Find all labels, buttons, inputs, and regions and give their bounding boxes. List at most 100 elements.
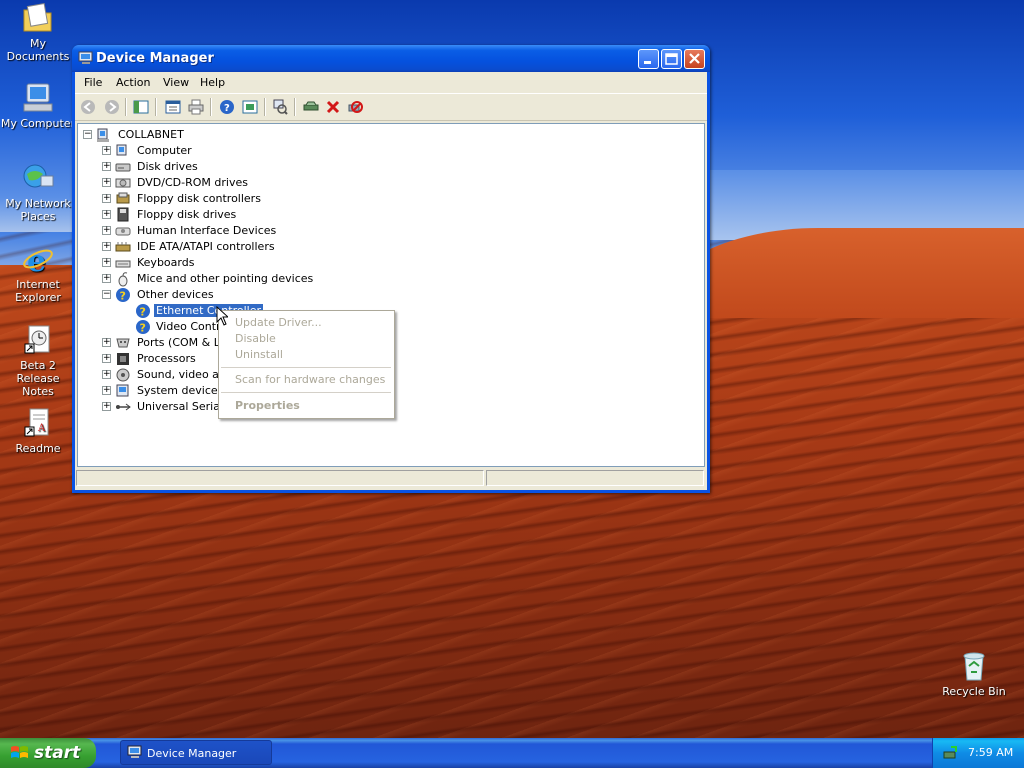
collapse-icon[interactable]: − bbox=[102, 290, 111, 299]
desktop-icon-label: My Computer bbox=[0, 117, 76, 130]
collapse-icon[interactable]: − bbox=[83, 130, 92, 139]
mouse-cursor-icon bbox=[216, 305, 230, 326]
expand-icon[interactable]: + bbox=[102, 338, 111, 347]
expand-icon[interactable]: + bbox=[102, 386, 111, 395]
unknown-device-icon: ? bbox=[135, 319, 151, 335]
menu-view[interactable]: View bbox=[163, 76, 189, 89]
clock[interactable]: 7:59 AM bbox=[968, 746, 1013, 759]
tree-category-label: Floppy disk drives bbox=[137, 208, 237, 221]
desktop-icon-beta-2-release-notes[interactable]: Beta 2 Release Notes bbox=[0, 324, 78, 398]
unknown-device-icon: ? bbox=[115, 287, 131, 303]
desktop-icon-label-line1: My Network bbox=[5, 197, 71, 210]
minimize-button[interactable] bbox=[638, 49, 659, 69]
toolbar-separator bbox=[264, 98, 266, 116]
disable-icon[interactable] bbox=[347, 99, 363, 115]
svg-text:?: ? bbox=[120, 290, 126, 303]
svg-text:?: ? bbox=[140, 306, 146, 319]
back-icon[interactable] bbox=[80, 99, 96, 115]
forward-icon[interactable] bbox=[104, 99, 120, 115]
desktop-icon-recycle-bin[interactable]: Recycle Bin bbox=[934, 650, 1014, 698]
tree-category-label: Processors bbox=[137, 352, 196, 365]
desktop-icon-label-line1: Beta 2 Release bbox=[16, 359, 60, 385]
ports-icon bbox=[115, 335, 131, 351]
tree-category-label: Computer bbox=[137, 144, 192, 157]
usb-icon bbox=[115, 399, 131, 415]
status-bar bbox=[75, 468, 707, 490]
print-icon[interactable] bbox=[188, 99, 204, 115]
system-tray: 7:59 AM bbox=[932, 738, 1024, 768]
close-icon bbox=[689, 53, 700, 64]
desktop-icon-my-network-places[interactable]: My Network Places bbox=[0, 162, 78, 223]
title-bar[interactable]: Device Manager bbox=[72, 45, 710, 72]
svg-text:?: ? bbox=[224, 103, 230, 114]
hid-icon bbox=[115, 223, 131, 239]
menu-action[interactable]: Action bbox=[116, 76, 150, 89]
desktop-icon-my-computer[interactable]: My Computer bbox=[0, 82, 78, 130]
start-label: start bbox=[34, 743, 81, 763]
context-menu: Update Driver... Disable Uninstall Scan … bbox=[218, 310, 395, 419]
scan-hardware-icon[interactable] bbox=[272, 99, 288, 115]
menu-help[interactable]: Help bbox=[200, 76, 225, 89]
recycle-bin-icon bbox=[957, 650, 991, 682]
uninstall-icon[interactable] bbox=[325, 99, 341, 115]
desktop-icon-internet-explorer[interactable]: e Internet Explorer bbox=[0, 243, 78, 304]
properties-icon[interactable] bbox=[165, 99, 181, 115]
show-hide-tree-icon[interactable] bbox=[133, 99, 149, 115]
expand-icon[interactable]: + bbox=[102, 354, 111, 363]
menu-item-disable[interactable]: Disable bbox=[235, 332, 276, 345]
desktop-icon-label: Recycle Bin bbox=[942, 685, 1006, 698]
device-manager-icon bbox=[127, 745, 143, 763]
computer-icon bbox=[115, 143, 131, 159]
maximize-icon bbox=[665, 53, 678, 65]
svg-text:A: A bbox=[37, 423, 46, 434]
tree-category-label: Mice and other pointing devices bbox=[137, 272, 314, 285]
desktop-icon-label-line2: Notes bbox=[22, 385, 54, 398]
expand-icon[interactable]: + bbox=[102, 194, 111, 203]
expand-icon[interactable]: + bbox=[102, 402, 111, 411]
desktop-icon-label-line2: Places bbox=[20, 210, 56, 223]
expand-icon[interactable]: + bbox=[102, 146, 111, 155]
menu-item-update-driver[interactable]: Update Driver... bbox=[235, 316, 322, 329]
disk-drive-icon bbox=[115, 159, 131, 175]
my-computer-icon bbox=[21, 82, 55, 114]
window-client-area: File Action View Help ? − COLLABNET + Co… bbox=[75, 72, 707, 490]
taskbar-button-device-manager[interactable]: Device Manager bbox=[120, 740, 272, 765]
svg-text:?: ? bbox=[140, 322, 146, 335]
menu-item-scan-hardware[interactable]: Scan for hardware changes bbox=[235, 373, 385, 386]
desktop-icon-my-documents[interactable]: My Documents bbox=[0, 2, 78, 63]
device-manager-window: Device Manager File Action View Help ? −… bbox=[72, 45, 710, 493]
close-button[interactable] bbox=[684, 49, 705, 69]
device-manager-icon bbox=[78, 51, 94, 65]
expand-icon[interactable]: + bbox=[102, 274, 111, 283]
toolbar-separator bbox=[210, 98, 212, 116]
expand-icon[interactable]: + bbox=[102, 370, 111, 379]
safely-remove-hardware-icon[interactable] bbox=[943, 745, 959, 764]
desktop-icon-label-line2: Explorer bbox=[15, 291, 61, 304]
tree-category-label: IDE ATA/ATAPI controllers bbox=[137, 240, 275, 253]
menu-item-properties[interactable]: Properties bbox=[235, 399, 300, 412]
menu-separator bbox=[221, 392, 391, 393]
help-icon[interactable]: ? bbox=[219, 99, 235, 115]
start-button[interactable]: start bbox=[0, 738, 96, 768]
expand-icon[interactable]: + bbox=[102, 162, 111, 171]
expand-icon[interactable]: + bbox=[102, 242, 111, 251]
menu-file[interactable]: File bbox=[84, 76, 102, 89]
unknown-device-icon: ? bbox=[135, 303, 151, 319]
internet-explorer-icon: e bbox=[21, 243, 55, 279]
update-driver-icon[interactable] bbox=[303, 99, 319, 115]
tree-category-label: DVD/CD-ROM drives bbox=[137, 176, 248, 189]
ide-controller-icon bbox=[115, 239, 131, 255]
menu-item-uninstall[interactable]: Uninstall bbox=[235, 348, 283, 361]
expand-icon[interactable]: + bbox=[102, 226, 111, 235]
expand-icon[interactable]: + bbox=[102, 178, 111, 187]
desktop-icon-readme[interactable]: A Readme bbox=[0, 407, 78, 455]
tree-category-label: Other devices bbox=[137, 288, 214, 301]
view-icon[interactable] bbox=[242, 99, 258, 115]
maximize-button[interactable] bbox=[661, 49, 682, 69]
release-notes-icon bbox=[21, 324, 55, 356]
expand-icon[interactable]: + bbox=[102, 258, 111, 267]
expand-icon[interactable]: + bbox=[102, 210, 111, 219]
my-documents-icon bbox=[21, 2, 55, 34]
windows-logo-icon bbox=[10, 744, 30, 765]
tree-category-label: Keyboards bbox=[137, 256, 195, 269]
